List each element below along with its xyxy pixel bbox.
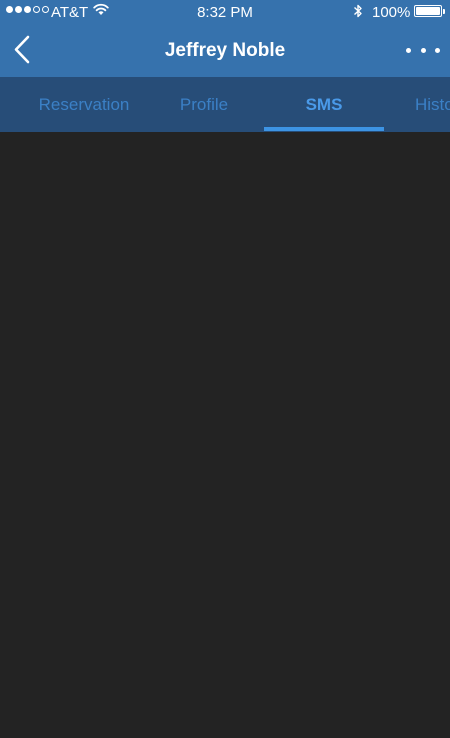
tab-reservation[interactable]: Reservation <box>24 77 144 132</box>
tab-sms[interactable]: SMS <box>264 77 384 132</box>
more-dot <box>406 47 411 53</box>
more-dot <box>420 47 426 53</box>
more-options-button[interactable] <box>406 38 440 62</box>
tab-profile[interactable]: Profile <box>144 77 264 132</box>
active-tab-indicator <box>264 127 384 131</box>
battery-percentage: 100% <box>372 4 411 21</box>
bluetooth-icon <box>353 3 363 23</box>
nav-bar: Jeffrey Noble <box>0 24 450 77</box>
page-title: Jeffrey Noble <box>164 40 286 61</box>
tab-strip: Reservation Profile SMS History <box>0 77 450 132</box>
battery-icon <box>414 5 442 17</box>
battery-fill <box>416 7 440 15</box>
battery-tip <box>443 9 445 14</box>
tab-history[interactable]: History <box>384 77 450 132</box>
header: AT&T 8:32 PM 100% Jeffrey Noble <box>0 0 450 77</box>
status-bar: AT&T 8:32 PM 100% <box>0 0 450 24</box>
more-dot <box>435 47 440 53</box>
screen: AT&T 8:32 PM 100% Jeffrey Noble Reservat… <box>0 0 450 738</box>
sms-content-area <box>0 132 450 738</box>
